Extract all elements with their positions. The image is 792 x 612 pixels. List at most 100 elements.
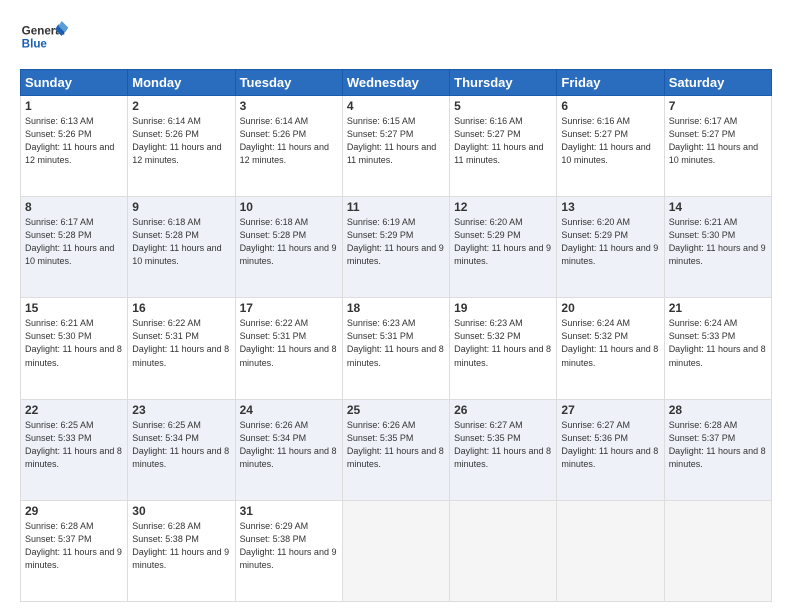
- table-row: 2 Sunrise: 6:14 AMSunset: 5:26 PMDaylight…: [128, 96, 235, 197]
- day-info: Sunrise: 6:19 AMSunset: 5:29 PMDaylight:…: [347, 216, 445, 268]
- table-row: 6 Sunrise: 6:16 AMSunset: 5:27 PMDaylight…: [557, 96, 664, 197]
- day-number: 8: [25, 200, 123, 214]
- table-row: 9Sunrise: 6:18 AMSunset: 5:28 PMDaylight…: [128, 197, 235, 298]
- day-number: 28: [669, 403, 767, 417]
- calendar-week-4: 22Sunrise: 6:25 AMSunset: 5:33 PMDayligh…: [21, 399, 772, 500]
- col-saturday: Saturday: [664, 70, 771, 96]
- table-row: 16 Sunrise: 6:22 AMSunset: 5:31 PMDayligh…: [128, 298, 235, 399]
- table-row: [664, 500, 771, 601]
- table-row: 29Sunrise: 6:28 AMSunset: 5:37 PMDayligh…: [21, 500, 128, 601]
- header-row: Sunday Monday Tuesday Wednesday Thursday…: [21, 70, 772, 96]
- table-row: 21 Sunrise: 6:24 AMSunset: 5:33 PMDayligh…: [664, 298, 771, 399]
- calendar-table: Sunday Monday Tuesday Wednesday Thursday…: [20, 69, 772, 602]
- day-info: Sunrise: 6:29 AMSunset: 5:38 PMDaylight:…: [240, 520, 338, 572]
- col-tuesday: Tuesday: [235, 70, 342, 96]
- day-info: Sunrise: 6:25 AMSunset: 5:34 PMDaylight:…: [132, 419, 230, 471]
- day-info: Sunrise: 6:16 AMSunset: 5:27 PMDaylight:…: [454, 115, 552, 167]
- day-info: Sunrise: 6:20 AMSunset: 5:29 PMDaylight:…: [454, 216, 552, 268]
- day-number: 12: [454, 200, 552, 214]
- calendar-week-5: 29Sunrise: 6:28 AMSunset: 5:37 PMDayligh…: [21, 500, 772, 601]
- day-info: Sunrise: 6:13 AMSunset: 5:26 PMDaylight:…: [25, 115, 123, 167]
- day-info: Sunrise: 6:26 AMSunset: 5:34 PMDaylight:…: [240, 419, 338, 471]
- day-number: 5: [454, 99, 552, 113]
- day-number: 29: [25, 504, 123, 518]
- col-monday: Monday: [128, 70, 235, 96]
- svg-text:Blue: Blue: [22, 38, 48, 51]
- day-info: Sunrise: 6:23 AMSunset: 5:32 PMDaylight:…: [454, 317, 552, 369]
- day-number: 13: [561, 200, 659, 214]
- day-number: 9: [132, 200, 230, 214]
- col-friday: Friday: [557, 70, 664, 96]
- table-row: 3 Sunrise: 6:14 AMSunset: 5:26 PMDaylight…: [235, 96, 342, 197]
- day-number: 21: [669, 301, 767, 315]
- day-info: Sunrise: 6:21 AMSunset: 5:30 PMDaylight:…: [669, 216, 767, 268]
- day-number: 20: [561, 301, 659, 315]
- table-row: [557, 500, 664, 601]
- day-number: 4: [347, 99, 445, 113]
- day-info: Sunrise: 6:18 AMSunset: 5:28 PMDaylight:…: [240, 216, 338, 268]
- day-number: 30: [132, 504, 230, 518]
- page: General Blue Sunday Monday Tuesday Wedne…: [0, 0, 792, 612]
- table-row: 8Sunrise: 6:17 AMSunset: 5:28 PMDaylight…: [21, 197, 128, 298]
- day-number: 22: [25, 403, 123, 417]
- table-row: 14 Sunrise: 6:21 AMSunset: 5:30 PMDayligh…: [664, 197, 771, 298]
- day-info: Sunrise: 6:27 AMSunset: 5:36 PMDaylight:…: [561, 419, 659, 471]
- day-info: Sunrise: 6:21 AMSunset: 5:30 PMDaylight:…: [25, 317, 123, 369]
- table-row: [342, 500, 449, 601]
- table-row: 11 Sunrise: 6:19 AMSunset: 5:29 PMDayligh…: [342, 197, 449, 298]
- table-row: 19 Sunrise: 6:23 AMSunset: 5:32 PMDayligh…: [450, 298, 557, 399]
- table-row: 7 Sunrise: 6:17 AMSunset: 5:27 PMDaylight…: [664, 96, 771, 197]
- day-info: Sunrise: 6:27 AMSunset: 5:35 PMDaylight:…: [454, 419, 552, 471]
- table-row: 25 Sunrise: 6:26 AMSunset: 5:35 PMDayligh…: [342, 399, 449, 500]
- table-row: [450, 500, 557, 601]
- table-row: 22Sunrise: 6:25 AMSunset: 5:33 PMDayligh…: [21, 399, 128, 500]
- table-row: 10Sunrise: 6:18 AMSunset: 5:28 PMDayligh…: [235, 197, 342, 298]
- day-info: Sunrise: 6:22 AMSunset: 5:31 PMDaylight:…: [240, 317, 338, 369]
- day-number: 2: [132, 99, 230, 113]
- day-info: Sunrise: 6:20 AMSunset: 5:29 PMDaylight:…: [561, 216, 659, 268]
- logo: General Blue: [20, 16, 70, 61]
- day-info: Sunrise: 6:22 AMSunset: 5:31 PMDaylight:…: [132, 317, 230, 369]
- day-info: Sunrise: 6:24 AMSunset: 5:33 PMDaylight:…: [669, 317, 767, 369]
- table-row: 30 Sunrise: 6:28 AMSunset: 5:38 PMDayligh…: [128, 500, 235, 601]
- day-number: 23: [132, 403, 230, 417]
- logo-icon: General Blue: [20, 16, 70, 61]
- calendar-header: Sunday Monday Tuesday Wednesday Thursday…: [21, 70, 772, 96]
- day-number: 15: [25, 301, 123, 315]
- day-number: 11: [347, 200, 445, 214]
- table-row: 5 Sunrise: 6:16 AMSunset: 5:27 PMDaylight…: [450, 96, 557, 197]
- table-row: 1 Sunrise: 6:13 AMSunset: 5:26 PMDaylight…: [21, 96, 128, 197]
- table-row: 26 Sunrise: 6:27 AMSunset: 5:35 PMDayligh…: [450, 399, 557, 500]
- table-row: 24 Sunrise: 6:26 AMSunset: 5:34 PMDayligh…: [235, 399, 342, 500]
- calendar-week-1: 1 Sunrise: 6:13 AMSunset: 5:26 PMDaylight…: [21, 96, 772, 197]
- day-info: Sunrise: 6:14 AMSunset: 5:26 PMDaylight:…: [240, 115, 338, 167]
- day-number: 24: [240, 403, 338, 417]
- day-number: 6: [561, 99, 659, 113]
- table-row: 4 Sunrise: 6:15 AMSunset: 5:27 PMDaylight…: [342, 96, 449, 197]
- day-info: Sunrise: 6:16 AMSunset: 5:27 PMDaylight:…: [561, 115, 659, 167]
- header: General Blue: [20, 16, 772, 61]
- day-number: 1: [25, 99, 123, 113]
- day-number: 16: [132, 301, 230, 315]
- day-info: Sunrise: 6:28 AMSunset: 5:38 PMDaylight:…: [132, 520, 230, 572]
- day-info: Sunrise: 6:14 AMSunset: 5:26 PMDaylight:…: [132, 115, 230, 167]
- day-info: Sunrise: 6:26 AMSunset: 5:35 PMDaylight:…: [347, 419, 445, 471]
- col-sunday: Sunday: [21, 70, 128, 96]
- day-info: Sunrise: 6:23 AMSunset: 5:31 PMDaylight:…: [347, 317, 445, 369]
- table-row: 23 Sunrise: 6:25 AMSunset: 5:34 PMDayligh…: [128, 399, 235, 500]
- day-number: 3: [240, 99, 338, 113]
- day-number: 26: [454, 403, 552, 417]
- table-row: 18Sunrise: 6:23 AMSunset: 5:31 PMDayligh…: [342, 298, 449, 399]
- day-info: Sunrise: 6:24 AMSunset: 5:32 PMDaylight:…: [561, 317, 659, 369]
- day-info: Sunrise: 6:17 AMSunset: 5:27 PMDaylight:…: [669, 115, 767, 167]
- table-row: 28Sunrise: 6:28 AMSunset: 5:37 PMDayligh…: [664, 399, 771, 500]
- table-row: 12 Sunrise: 6:20 AMSunset: 5:29 PMDayligh…: [450, 197, 557, 298]
- day-number: 7: [669, 99, 767, 113]
- table-row: 20 Sunrise: 6:24 AMSunset: 5:32 PMDayligh…: [557, 298, 664, 399]
- day-number: 14: [669, 200, 767, 214]
- day-number: 25: [347, 403, 445, 417]
- day-number: 31: [240, 504, 338, 518]
- day-info: Sunrise: 6:15 AMSunset: 5:27 PMDaylight:…: [347, 115, 445, 167]
- day-number: 19: [454, 301, 552, 315]
- table-row: 13 Sunrise: 6:20 AMSunset: 5:29 PMDayligh…: [557, 197, 664, 298]
